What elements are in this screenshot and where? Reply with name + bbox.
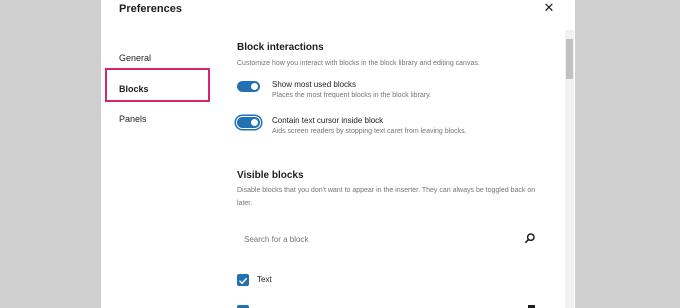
scrollbar-thumb[interactable] bbox=[566, 39, 573, 79]
visible-blocks-description: Disable blocks that you don't want to ap… bbox=[237, 187, 536, 207]
close-icon: ✕ bbox=[543, 0, 555, 15]
close-button[interactable]: ✕ bbox=[542, 1, 556, 15]
most-used-blocks-label: Show most used blocks bbox=[272, 80, 357, 89]
contain-cursor-toggle[interactable] bbox=[237, 117, 260, 128]
most-used-blocks-toggle[interactable] bbox=[237, 81, 260, 92]
toggle-knob bbox=[251, 119, 258, 126]
checkmark-icon bbox=[239, 278, 247, 285]
most-used-blocks-help: Places the most frequent blocks in the b… bbox=[272, 92, 432, 99]
contain-cursor-help: Aids screen readers by stopping text car… bbox=[272, 128, 467, 135]
tab-general[interactable]: General bbox=[119, 53, 151, 63]
preferences-modal: Preferences ✕ General Blocks Panels Bloc… bbox=[101, 0, 575, 308]
visible-blocks-title: Visible blocks bbox=[237, 170, 304, 181]
modal-header: Preferences ✕ bbox=[101, 0, 575, 30]
preferences-nav: General Blocks Panels bbox=[101, 30, 218, 308]
preferences-content: Block interactions Customize how you int… bbox=[237, 30, 559, 308]
block-interactions-title: Block interactions bbox=[237, 42, 324, 53]
block-search bbox=[237, 227, 539, 251]
tab-blocks[interactable]: Blocks bbox=[119, 84, 149, 94]
search-icon[interactable] bbox=[524, 232, 536, 244]
modal-title: Preferences bbox=[119, 3, 182, 15]
toggle-row-most-used: Show most used blocks Places the most fr… bbox=[237, 78, 547, 108]
category-row-text: Text bbox=[237, 274, 437, 290]
block-interactions-description: Customize how you interact with blocks i… bbox=[237, 60, 480, 67]
block-search-input[interactable] bbox=[244, 231, 514, 247]
text-category-checkbox[interactable] bbox=[237, 274, 249, 286]
tab-panels[interactable]: Panels bbox=[119, 114, 147, 124]
toggle-row-contain-cursor: Contain text cursor inside block Aids sc… bbox=[237, 114, 547, 144]
toggle-knob bbox=[251, 83, 258, 90]
text-category-label: Text bbox=[257, 275, 272, 284]
contain-cursor-label: Contain text cursor inside block bbox=[272, 116, 384, 125]
